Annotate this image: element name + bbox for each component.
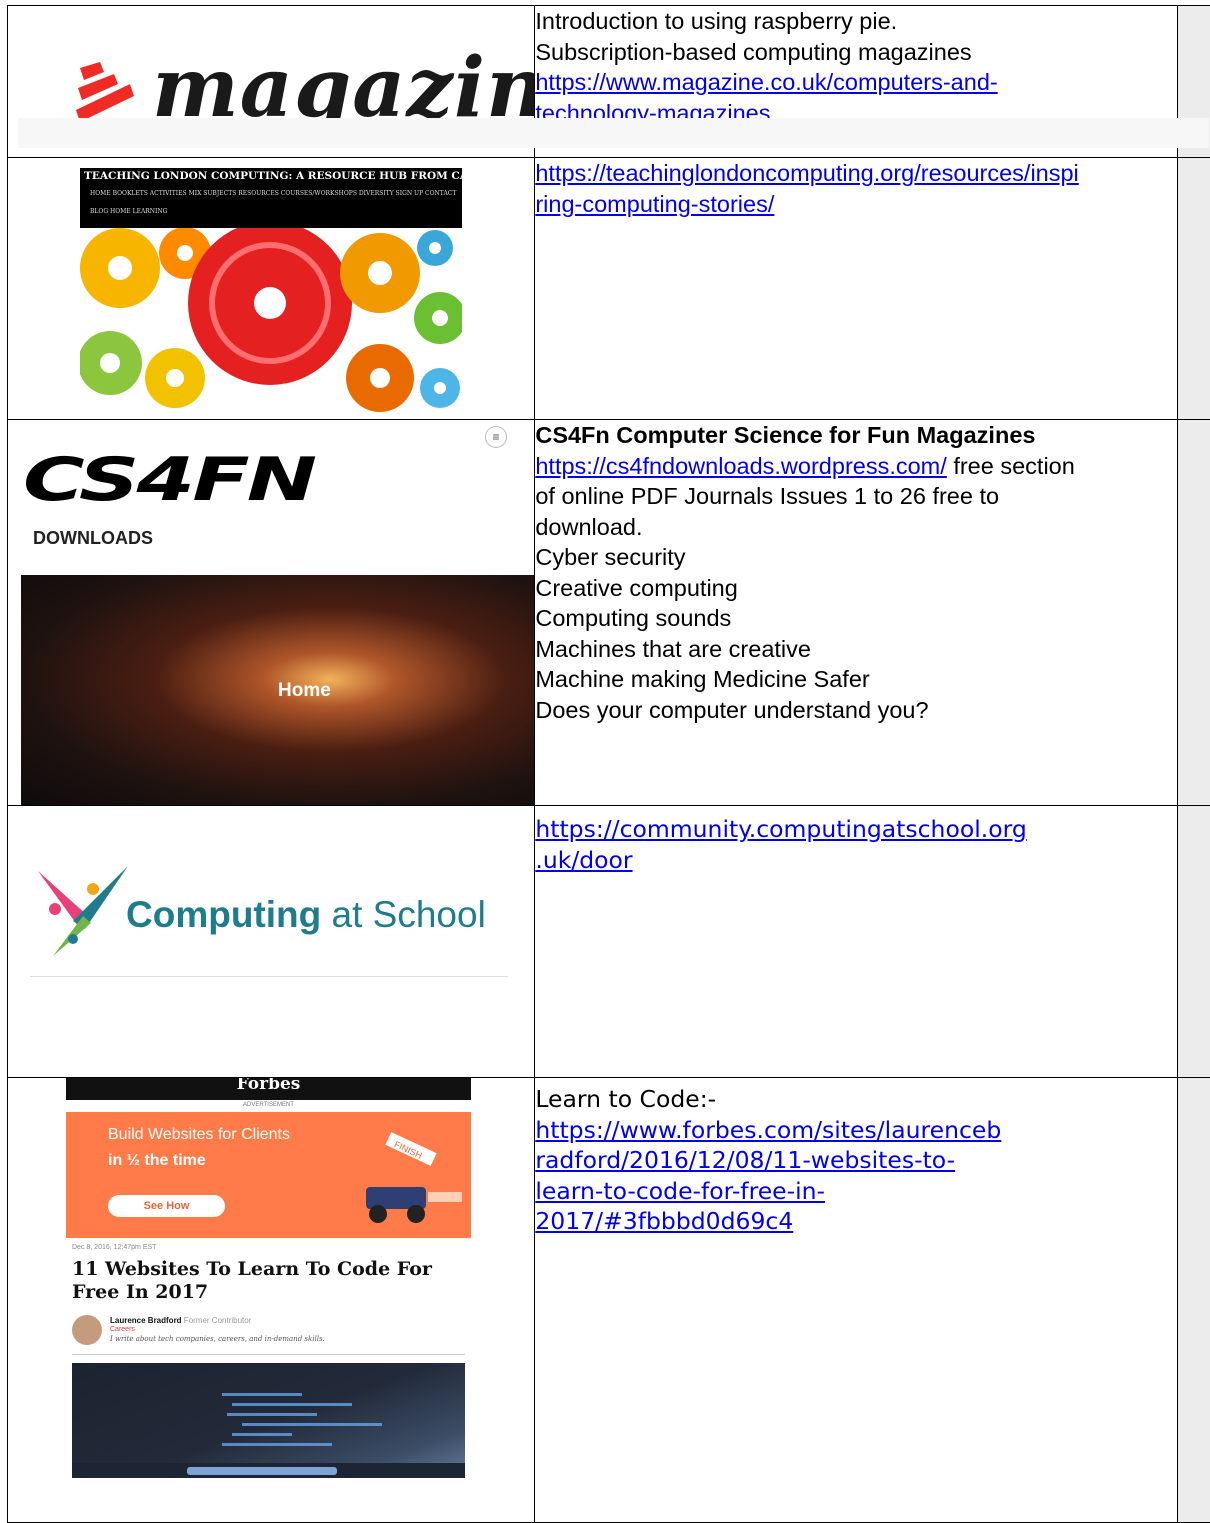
edge-column-cell [1177, 1078, 1210, 1523]
cas-cell: Computing at School [8, 806, 535, 1078]
cs4fn-logo: CS4FN [23, 445, 314, 515]
table-row: CS4FN DOWNLOADS ≡ Home CS4Fn Computer Sc… [8, 420, 1210, 806]
advertisement-label: ADVERTISEMENT [66, 1102, 471, 1108]
article-category[interactable]: Careers [110, 1326, 135, 1333]
forbes-heading: Learn to Code:- [535, 1084, 1176, 1115]
cs4fn-topic: Creative computing [535, 573, 1176, 604]
cs4fn-description-cell: CS4Fn Computer Science for Fun Magazines… [535, 420, 1177, 806]
teaching-london-link[interactable]: https://teachinglondoncomputing.org/reso… [535, 158, 1176, 219]
cs4fn-topic: Machine making Medicine Safer [535, 664, 1176, 695]
gear-icon [420, 368, 460, 408]
cs4fn-link[interactable]: https://cs4fndownloads.wordpress.com/ [535, 453, 946, 479]
edge-column-cell [1177, 420, 1210, 806]
edge-column-cell [1177, 806, 1210, 1078]
gear-icon [346, 344, 414, 412]
forbes-ad[interactable]: Build Websites for Clients in ½ the time… [66, 1112, 471, 1238]
cs4fn-topic: Computing sounds [535, 603, 1176, 634]
teaching-london-nav: HOME BOOKLETS ACTIVITIES MIX SUBJECTS RE… [90, 190, 456, 197]
cs4fn-desc-3: download. [535, 512, 1176, 543]
teaching-london-nav-2: BLOG HOME LEARNING [90, 208, 167, 215]
article-headline[interactable]: 11 Websites To Learn To Code For Free In… [72, 1258, 467, 1304]
cs4fn-topic: Does your computer understand you? [535, 695, 1176, 726]
go-kart-icon: FINISH [356, 1132, 466, 1232]
cas-logo-icon [33, 861, 133, 961]
see-how-button[interactable]: See How [108, 1195, 225, 1217]
gear-icon [145, 348, 205, 408]
cs4fn-title: CS4Fn Computer Science for Fun Magazines [535, 420, 1176, 451]
cs4fn-topic: Cyber security [535, 542, 1176, 573]
forbes-link[interactable]: https://www.forbes.com/sites/laurencebra… [535, 1115, 1176, 1237]
laptop-code-photo [72, 1363, 465, 1478]
table-row: Computing at School https://community.co… [8, 806, 1210, 1078]
teaching-london-cell: TEACHING LONDON COMPUTING: A RESOURCE HU… [8, 158, 535, 420]
forbes-description-cell: Learn to Code:- https://www.forbes.com/s… [535, 1078, 1177, 1523]
gear-icon [188, 228, 352, 385]
divider [72, 1354, 465, 1355]
cas-link-cell: https://community.computingatschool.org.… [535, 806, 1177, 1078]
table-row: TEACHING LONDON COMPUTING: A RESOURCE HU… [8, 158, 1210, 420]
cs4fn-after-link: free section [947, 453, 1075, 479]
gear-icon [340, 233, 420, 313]
gear-icon [80, 331, 142, 395]
ad-line-1: Build Websites for Clients [108, 1126, 290, 1144]
gear-icon [80, 228, 160, 308]
gears-image [80, 228, 462, 413]
author-bio: I write about tech companies, careers, a… [110, 1335, 325, 1343]
cas-link[interactable]: https://community.computingatschool.org.… [535, 806, 1176, 875]
cs4fn-downloads-label: DOWNLOADS [33, 528, 153, 549]
article-author[interactable]: Laurence Bradford Former Contributor [110, 1316, 251, 1325]
magazine-line-2: Subscription-based computing magazines [535, 37, 1176, 68]
forbes-brand: Forbes [66, 1078, 471, 1094]
cs4fn-topic: Machines that are creative [535, 634, 1176, 665]
avatar[interactable] [72, 1315, 102, 1345]
edge-column-cell [1177, 158, 1210, 420]
cs4fn-cell: CS4FN DOWNLOADS ≡ Home [8, 420, 535, 806]
cs4fn-desc-2: of online PDF Journals Issues 1 to 26 fr… [535, 481, 1176, 512]
resource-table: magazin Introduction to using raspberry … [7, 5, 1210, 1523]
magazine-line-1: Introduction to using raspberry pie. [535, 6, 1176, 37]
magazine-wordmark: magazin [152, 48, 535, 128]
teaching-london-title: TEACHING LONDON COMPUTING: A RESOURCE HU… [84, 170, 535, 182]
divider [30, 976, 508, 977]
gear-icon [414, 292, 462, 344]
cs4fn-home-label[interactable]: Home [278, 680, 331, 702]
forbes-cell: Forbes ADVERTISEMENT Build Websites for … [8, 1078, 535, 1523]
article-date: Dec 8, 2016, 12:47pm EST [72, 1244, 156, 1251]
menu-icon[interactable]: ≡ [485, 426, 507, 448]
table-row: Forbes ADVERTISEMENT Build Websites for … [8, 1078, 1210, 1523]
cas-wordmark: Computing at School [126, 894, 486, 936]
magazine-swoosh-icon [70, 48, 150, 128]
gear-icon [417, 230, 453, 266]
forbes-header: Forbes [66, 1078, 471, 1100]
magazine-logo: magazin [70, 48, 535, 128]
ad-line-2: in ½ the time [108, 1152, 206, 1170]
teaching-london-banner: TEACHING LONDON COMPUTING: A RESOURCE HU… [80, 168, 462, 228]
forbes-screenshot: Forbes ADVERTISEMENT Build Websites for … [66, 1078, 471, 1478]
teaching-london-link-cell: https://teachinglondoncomputing.org/reso… [535, 158, 1177, 420]
